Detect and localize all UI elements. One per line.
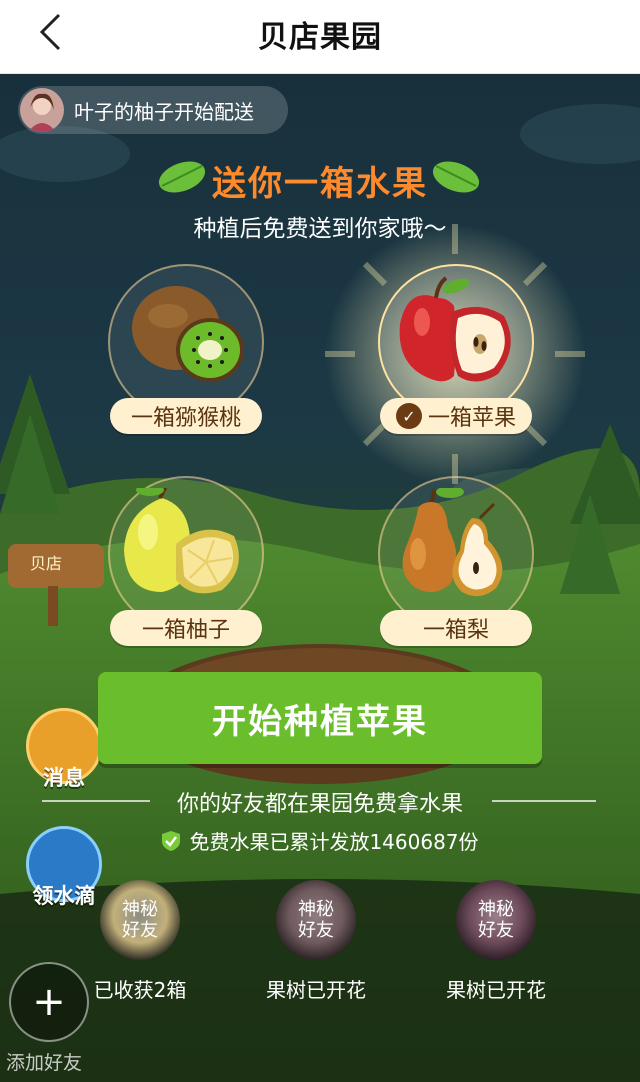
hero-subtitle: 种植后免费送到你家哦～ <box>193 216 447 242</box>
friend-status: 果树已开花 <box>266 978 366 1002</box>
messages-button[interactable]: 消息 <box>24 708 104 792</box>
kiwi-icon <box>132 286 244 382</box>
friend-status: 果树已开花 <box>446 978 546 1002</box>
friend-card[interactable]: 神秘 好友 果树已开花 <box>426 880 566 1002</box>
friend-avatar: 神秘 好友 <box>456 880 536 960</box>
add-friend-button[interactable]: + 添加好友 <box>6 962 92 1074</box>
shield-check-icon <box>162 830 181 851</box>
fruit-label: 一箱柚子 <box>110 610 262 646</box>
distribution-stat: 免费水果已累计发放1460687份 <box>0 826 640 855</box>
delivery-notice: 叶子的柚子开始配送 <box>18 86 288 134</box>
page-title: 贝店果园 <box>258 20 382 55</box>
check-icon: ✓ <box>395 403 422 429</box>
shop-sign: 贝店 <box>30 554 63 573</box>
notice-text: 叶子的柚子开始配送 <box>74 99 254 124</box>
fruit-label: 一箱猕猴桃 <box>110 398 262 434</box>
leaf-icon <box>432 161 480 193</box>
fruit-label: 一箱梨 <box>380 610 532 646</box>
friend-avatar: 神秘 好友 <box>276 880 356 960</box>
avatar <box>20 88 64 132</box>
pear-icon <box>402 488 503 597</box>
fruit-option-pomelo[interactable]: 一箱柚子 <box>108 476 264 646</box>
nav-bar: 贝店果园 <box>0 0 640 74</box>
hero-title: 送你一箱水果 <box>212 164 428 204</box>
fruit-option-pear[interactable]: 一箱梨 <box>378 476 534 646</box>
friends-title: 你的好友都在果园免费拿水果 <box>176 792 463 817</box>
add-friend-label: 添加好友 <box>6 1052 83 1074</box>
plus-icon: + <box>9 962 89 1042</box>
orchard-stage: 叶子的柚子开始配送 送你一箱水果 种植后免费送到你家哦～ 一箱猕猴桃 ✓ 一箱苹… <box>0 74 640 1082</box>
divider <box>492 800 596 802</box>
pomelo-icon <box>124 488 239 594</box>
fruit-option-kiwi[interactable]: 一箱猕猴桃 <box>108 264 264 434</box>
fruit-option-apple[interactable]: ✓ 一箱苹果 <box>378 264 534 434</box>
apple-icon <box>399 276 511 382</box>
friend-avatar: 神秘 好友 <box>100 880 180 960</box>
start-planting-button[interactable]: 开始种植苹果 <box>98 672 542 764</box>
friend-card[interactable]: 神秘 好友 果树已开花 <box>246 880 386 1002</box>
fruit-label: ✓ 一箱苹果 <box>380 398 532 434</box>
